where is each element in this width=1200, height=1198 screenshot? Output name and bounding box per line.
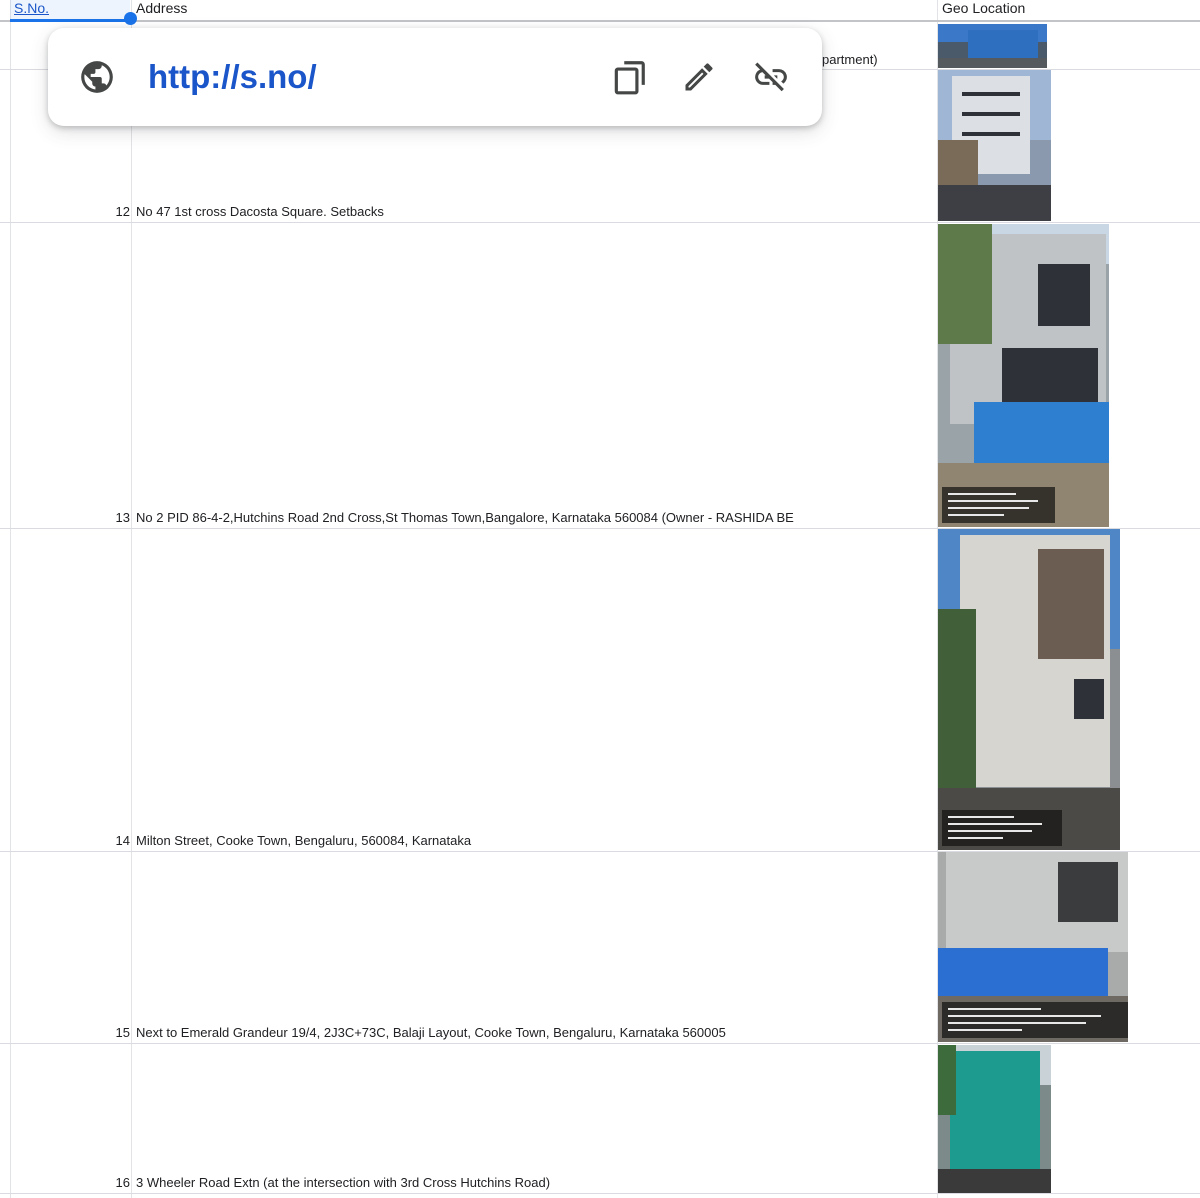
- photo-gps-stamp: [942, 487, 1055, 523]
- address-cell-16[interactable]: 3 Wheeler Road Extn (at the intersection…: [136, 1175, 936, 1190]
- photo-gps-stamp: [942, 1002, 1128, 1038]
- edit-link-button[interactable]: [678, 56, 720, 98]
- column-divider: [10, 0, 11, 1198]
- unlink-icon: [755, 62, 787, 92]
- row-divider: [0, 222, 1200, 223]
- row-number-16[interactable]: 16: [104, 1175, 130, 1190]
- remove-link-button[interactable]: [750, 56, 792, 98]
- row-number-12[interactable]: 12: [104, 204, 130, 219]
- column-divider: [131, 0, 132, 1198]
- header-row-divider: [0, 20, 1200, 22]
- photo-gps-stamp: [942, 810, 1063, 846]
- row-number-13[interactable]: 13: [104, 510, 130, 525]
- geo-photo-row-12[interactable]: [938, 70, 1051, 221]
- spreadsheet-grid: S.No. Address Geo Location partment) 12 …: [0, 0, 1200, 1198]
- geo-photo-row-15[interactable]: [938, 852, 1128, 1042]
- address-cell-12[interactable]: No 47 1st cross Dacosta Square. Setbacks: [136, 204, 936, 219]
- geo-photo-row-14[interactable]: [938, 529, 1120, 850]
- link-url[interactable]: http://s.no/: [148, 57, 317, 97]
- copy-link-button[interactable]: [608, 56, 650, 98]
- geo-photo-row-16[interactable]: [938, 1045, 1051, 1193]
- copy-icon: [614, 61, 645, 95]
- geo-photo-row-11[interactable]: [938, 24, 1047, 68]
- edit-icon: [685, 63, 713, 91]
- address-cell-15[interactable]: Next to Emerald Grandeur 19/4, 2J3C+73C,…: [136, 1025, 936, 1040]
- globe-icon: [78, 58, 116, 96]
- header-geo-location-cell[interactable]: Geo Location: [942, 0, 1025, 20]
- header-sno-cell[interactable]: S.No.: [14, 0, 49, 20]
- link-preview-popup: http://s.no/: [48, 28, 822, 126]
- header-address-cell[interactable]: Address: [136, 0, 187, 20]
- previous-row-address-fragment[interactable]: partment): [822, 52, 878, 67]
- row-number-15[interactable]: 15: [104, 1025, 130, 1040]
- row-divider: [0, 1193, 1200, 1194]
- geo-photo-row-13[interactable]: [938, 224, 1109, 527]
- address-cell-14[interactable]: Milton Street, Cooke Town, Bengaluru, 56…: [136, 833, 936, 848]
- row-number-14[interactable]: 14: [104, 833, 130, 848]
- row-divider: [0, 1043, 1200, 1044]
- address-cell-13[interactable]: No 2 PID 86-4-2,Hutchins Road 2nd Cross,…: [136, 510, 936, 525]
